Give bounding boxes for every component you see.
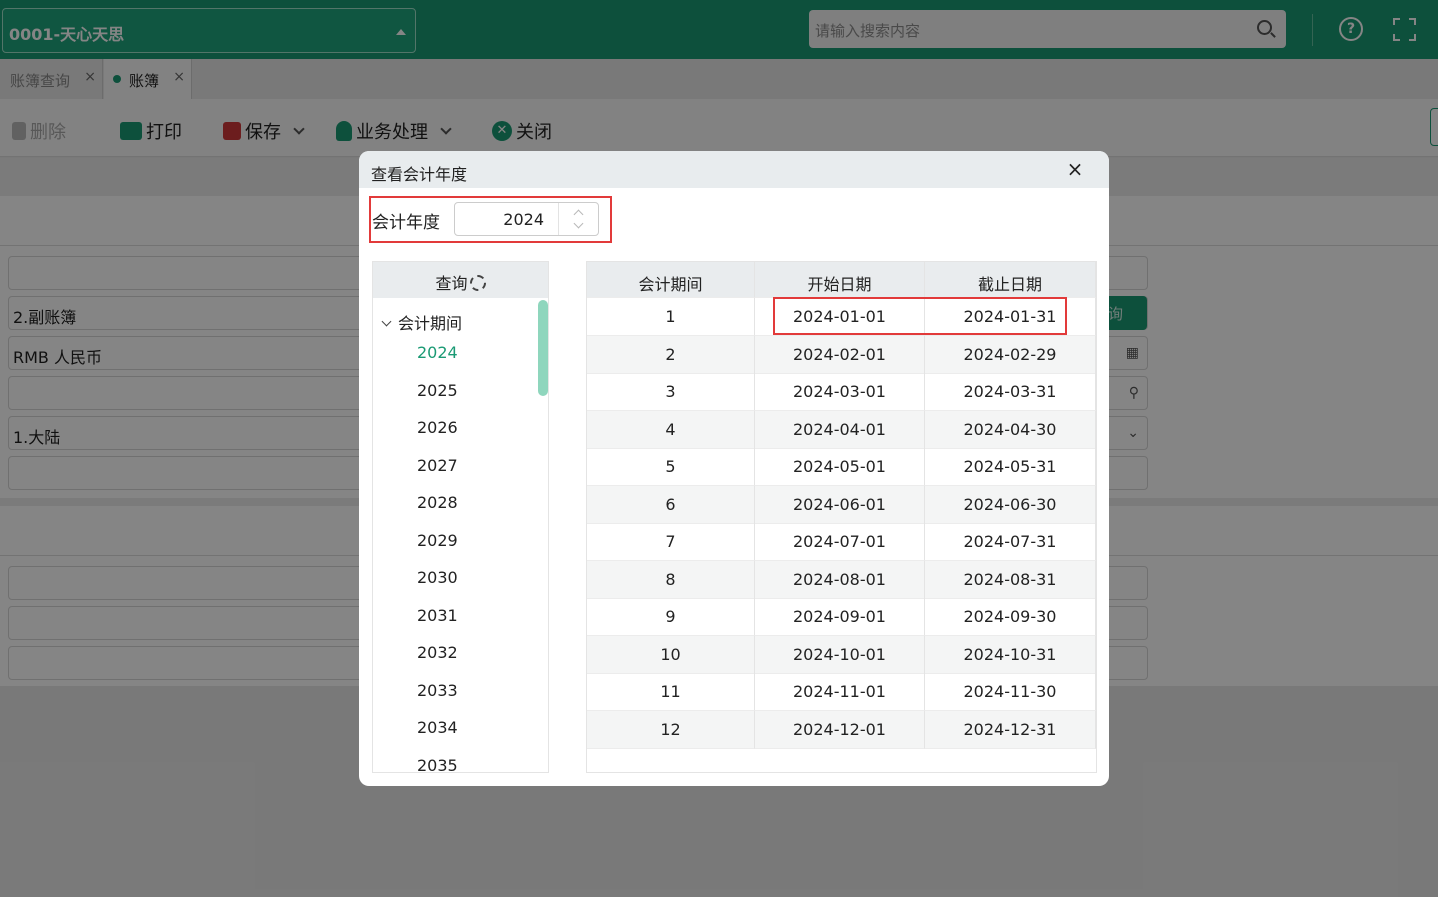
tree-item[interactable]: 2030 <box>417 568 458 587</box>
table-cell: 2024-10-31 <box>925 635 1096 674</box>
period-grid: 会计期间 开始日期 截止日期 1 2024-01-01 2024-01-31 2 202… <box>586 261 1097 773</box>
fiscal-year-dialog: 查看会计年度 × 会计年度 2024 查询 会计期间 2024 2025 202… <box>359 151 1109 786</box>
table-cell: 2024-11-30 <box>925 673 1096 711</box>
table-cell: 8 <box>587 560 755 599</box>
table-row[interactable]: 6 2024-06-01 2024-06-30 <box>587 485 1096 524</box>
table-row[interactable]: 9 2024-09-01 2024-09-30 <box>587 598 1096 636</box>
tree-root-label: 会计期间 <box>398 314 463 333</box>
highlight-box <box>369 196 612 243</box>
table-cell: 10 <box>587 635 755 674</box>
tree-item[interactable]: 2032 <box>417 643 458 662</box>
table-cell: 2024-12-31 <box>925 710 1096 749</box>
table-cell: 6 <box>587 485 755 524</box>
dialog-title: 查看会计年度 <box>371 165 468 184</box>
table-row[interactable]: 11 2024-11-01 2024-11-30 <box>587 673 1096 711</box>
table-row[interactable]: 12 2024-12-01 2024-12-31 <box>587 710 1096 749</box>
tree-item[interactable]: 2031 <box>417 606 458 625</box>
table-row[interactable]: 2 2024-02-01 2024-02-29 <box>587 335 1096 374</box>
table-cell: 1 <box>587 298 755 336</box>
close-icon[interactable]: × <box>1065 159 1085 179</box>
table-cell: 2024-09-01 <box>755 598 925 636</box>
table-cell: 2024-04-01 <box>755 410 925 449</box>
tree-header[interactable]: 查询 <box>373 262 548 298</box>
period-tree: 查询 会计期间 2024 2025 2026 2027 2028 2029 20… <box>372 261 549 773</box>
tree-header-label: 查询 <box>435 274 468 293</box>
table-cell: 2024-09-30 <box>925 598 1096 636</box>
table-cell: 2024-07-31 <box>925 523 1096 561</box>
table-row[interactable]: 7 2024-07-01 2024-07-31 <box>587 523 1096 561</box>
table-cell: 2024-08-31 <box>925 560 1096 599</box>
tree-item[interactable]: 2029 <box>417 531 458 550</box>
dialog-header: 查看会计年度 × <box>359 151 1109 188</box>
tree-item[interactable]: 2035 <box>417 756 458 772</box>
table-row[interactable]: 4 2024-04-01 2024-04-30 <box>587 410 1096 449</box>
chevron-down-icon[interactable] <box>381 316 392 327</box>
column-header[interactable]: 开始日期 <box>755 262 925 298</box>
table-cell: 2024-02-29 <box>925 335 1096 374</box>
table-cell: 2024-10-01 <box>755 635 925 674</box>
table-cell: 2024-12-01 <box>755 710 925 749</box>
column-header[interactable]: 会计期间 <box>587 262 755 298</box>
table-cell: 11 <box>587 673 755 711</box>
gear-icon[interactable] <box>469 275 486 291</box>
tree-item[interactable]: 2025 <box>417 381 458 400</box>
table-row[interactable]: 10 2024-10-01 2024-10-31 <box>587 635 1096 674</box>
table-cell: 7 <box>587 523 755 561</box>
highlight-box <box>773 297 1067 335</box>
table-cell: 3 <box>587 373 755 411</box>
table-row[interactable]: 5 2024-05-01 2024-05-31 <box>587 448 1096 486</box>
table-cell: 2024-06-30 <box>925 485 1096 524</box>
table-cell: 2024-02-01 <box>755 335 925 374</box>
table-cell: 4 <box>587 410 755 449</box>
table-cell: 2024-06-01 <box>755 485 925 524</box>
tree-item[interactable]: 2028 <box>417 493 458 512</box>
table-cell: 5 <box>587 448 755 486</box>
table-cell: 2024-11-01 <box>755 673 925 711</box>
table-cell: 2024-08-01 <box>755 560 925 599</box>
table-cell: 12 <box>587 710 755 749</box>
column-header[interactable]: 截止日期 <box>925 262 1096 298</box>
table-cell: 2024-07-01 <box>755 523 925 561</box>
tree-item[interactable]: 2024 <box>417 343 458 362</box>
table-cell: 2024-05-01 <box>755 448 925 486</box>
table-row[interactable]: 8 2024-08-01 2024-08-31 <box>587 560 1096 599</box>
table-cell: 2 <box>587 335 755 374</box>
tree-item[interactable]: 2034 <box>417 718 458 737</box>
grid-header-row: 会计期间 开始日期 截止日期 <box>587 262 1096 298</box>
table-row[interactable]: 3 2024-03-01 2024-03-31 <box>587 373 1096 411</box>
tree-root[interactable]: 会计期间 <box>381 310 463 334</box>
table-cell: 2024-04-30 <box>925 410 1096 449</box>
scrollbar-thumb[interactable] <box>538 300 548 396</box>
table-cell: 2024-03-01 <box>755 373 925 411</box>
tree-item[interactable]: 2026 <box>417 418 458 437</box>
table-cell: 2024-05-31 <box>925 448 1096 486</box>
table-cell: 9 <box>587 598 755 636</box>
tree-item[interactable]: 2027 <box>417 456 458 475</box>
table-cell: 2024-03-31 <box>925 373 1096 411</box>
tree-item[interactable]: 2033 <box>417 681 458 700</box>
